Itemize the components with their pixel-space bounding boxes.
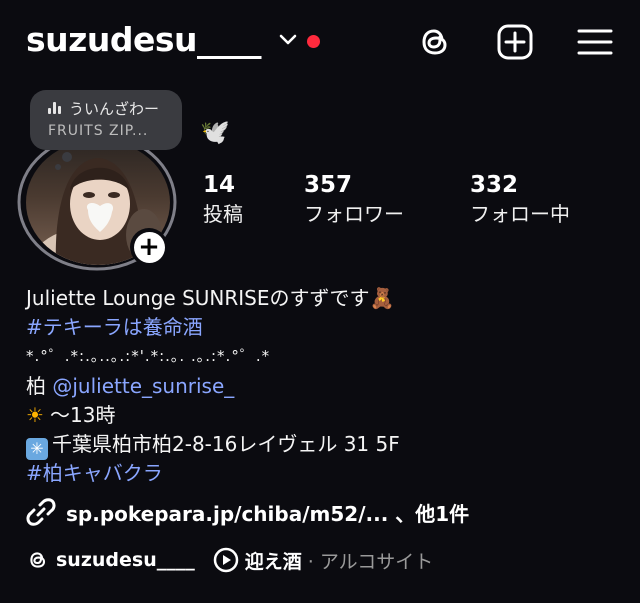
chevron-down-icon[interactable] [278, 32, 298, 48]
bio-address-line: ✳ 千葉県柏市柏2-8-16レイヴェル 31 5F [26, 430, 400, 460]
followers-count: 357 [304, 172, 353, 198]
plus-icon: + [133, 231, 165, 263]
equalizer-icon [48, 102, 61, 114]
following-count: 332 [470, 172, 519, 198]
profile-song-title[interactable]: 迎え酒 [245, 547, 302, 574]
create-post-icon[interactable] [495, 22, 535, 62]
bio-hours-line: ☀ ～13時 [26, 401, 115, 429]
menu-icon[interactable] [575, 22, 615, 62]
note-tail [62, 152, 72, 162]
asterisk-icon: ✳ [26, 438, 48, 460]
username-switcher[interactable]: suzudesu____ [26, 20, 261, 59]
bio-hashtag[interactable]: #テキーラは養命酒 [26, 313, 203, 341]
bio-line: Juliette Lounge SUNRISEのすずです🧸 [26, 286, 395, 310]
posts-label: 投稿 [203, 202, 243, 226]
stat-following[interactable]: 332 フォロー中 [470, 172, 570, 228]
dove-emoji: 🕊️ [200, 118, 230, 146]
external-link[interactable]: sp.pokepara.jp/chiba/m52/... 、他1件 [26, 497, 469, 527]
threads-handle[interactable]: suzudesu____ [56, 549, 195, 571]
external-link-text: sp.pokepara.jp/chiba/m52/... 、他1件 [66, 501, 470, 526]
note-song-title: ういんざわー [69, 99, 160, 118]
bio-address: 千葉県柏市柏2-8-16レイヴェル 31 5F [52, 432, 400, 456]
link-icon [26, 498, 56, 526]
bio-mention-line: 柏 @juliette_sunrise_ [26, 372, 234, 400]
note-bubble[interactable]: ういんざわー FRUITS ZIP... [30, 90, 182, 150]
threads-icon [30, 552, 46, 568]
note-artist: FRUITS ZIP... [48, 123, 149, 139]
bio-hours: ～13時 [50, 403, 116, 427]
add-story-button[interactable]: + [130, 228, 168, 266]
sun-icon: ☀ [26, 403, 44, 427]
profile-song-artist: · アルコサイト [307, 550, 434, 573]
stat-posts[interactable]: 14 投稿 [203, 172, 243, 228]
stat-followers[interactable]: 357 フォロワー [304, 172, 404, 228]
bio-hashtag[interactable]: #柏キャバクラ [26, 459, 163, 487]
bio-sparkles: *.°゜.*:.｡..｡.:*'.*:.｡. .｡.:*.°゜.* [26, 347, 271, 365]
play-icon[interactable] [213, 547, 239, 573]
followers-label: フォロワー [304, 202, 404, 226]
profile-footer: suzudesu____ 迎え酒 · アルコサイト [26, 545, 433, 575]
threads-icon[interactable] [415, 22, 455, 62]
bio-mention-prefix: 柏 [26, 374, 53, 398]
notification-dot [307, 35, 320, 48]
posts-count: 14 [203, 172, 236, 198]
top-bar: suzudesu____ [0, 0, 640, 86]
note-tail [55, 164, 61, 170]
following-label: フォロー中 [470, 202, 570, 226]
bio-mention[interactable]: @juliette_sunrise_ [52, 374, 234, 398]
